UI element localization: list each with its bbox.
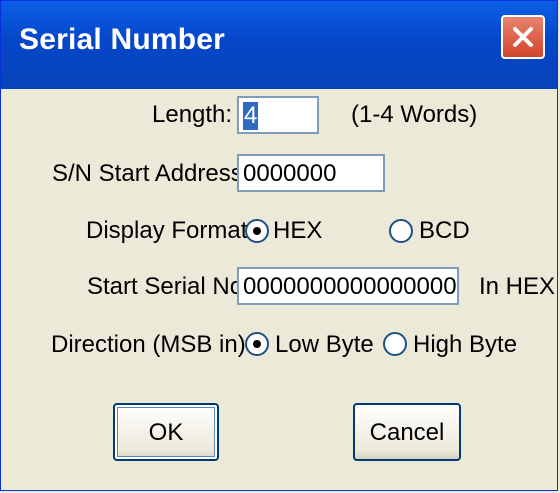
close-button[interactable] bbox=[501, 15, 545, 59]
direction-high-byte-label[interactable]: High Byte bbox=[413, 331, 517, 359]
start-serial-value: 0000000000000000 bbox=[243, 273, 457, 300]
direction-high-byte-radio[interactable] bbox=[383, 332, 407, 356]
start-address-label: S/N Start Address: bbox=[52, 160, 250, 187]
window-title: Serial Number bbox=[19, 23, 226, 56]
radio-selected-dot bbox=[253, 227, 261, 235]
direction-low-byte-label[interactable]: Low Byte bbox=[275, 331, 374, 359]
length-label: Length: bbox=[152, 101, 233, 128]
length-input[interactable]: 4 bbox=[237, 96, 319, 134]
start-serial-label: Start Serial No.: bbox=[87, 273, 257, 300]
ok-button[interactable]: OK bbox=[113, 403, 219, 461]
length-hint: (1-4 Words) bbox=[351, 101, 478, 128]
start-address-input[interactable]: 0000000 bbox=[237, 154, 385, 192]
title-bar[interactable]: Serial Number bbox=[1, 1, 557, 89]
display-format-bcd-label[interactable]: BCD bbox=[419, 217, 470, 245]
display-format-hex-radio[interactable] bbox=[245, 219, 269, 243]
length-value: 4 bbox=[243, 102, 259, 130]
display-format-hex-label[interactable]: HEX bbox=[273, 217, 322, 245]
display-format-bcd-radio[interactable] bbox=[389, 219, 413, 243]
start-serial-input[interactable]: 0000000000000000 bbox=[237, 267, 459, 305]
serial-number-dialog: Serial Number Length: 4 (1-4 Words) S/N … bbox=[0, 0, 558, 491]
display-format-label: Display Format: bbox=[86, 217, 255, 244]
ok-button-label: OK bbox=[148, 419, 184, 446]
start-serial-suffix: In HEX bbox=[479, 273, 556, 300]
close-icon bbox=[513, 27, 533, 47]
cancel-button[interactable]: Cancel bbox=[353, 403, 461, 461]
cancel-button-label: Cancel bbox=[369, 419, 445, 446]
direction-low-byte-radio[interactable] bbox=[245, 332, 269, 356]
direction-label: Direction (MSB in): bbox=[51, 331, 253, 358]
start-address-value: 0000000 bbox=[243, 160, 337, 187]
radio-selected-dot bbox=[253, 340, 261, 348]
